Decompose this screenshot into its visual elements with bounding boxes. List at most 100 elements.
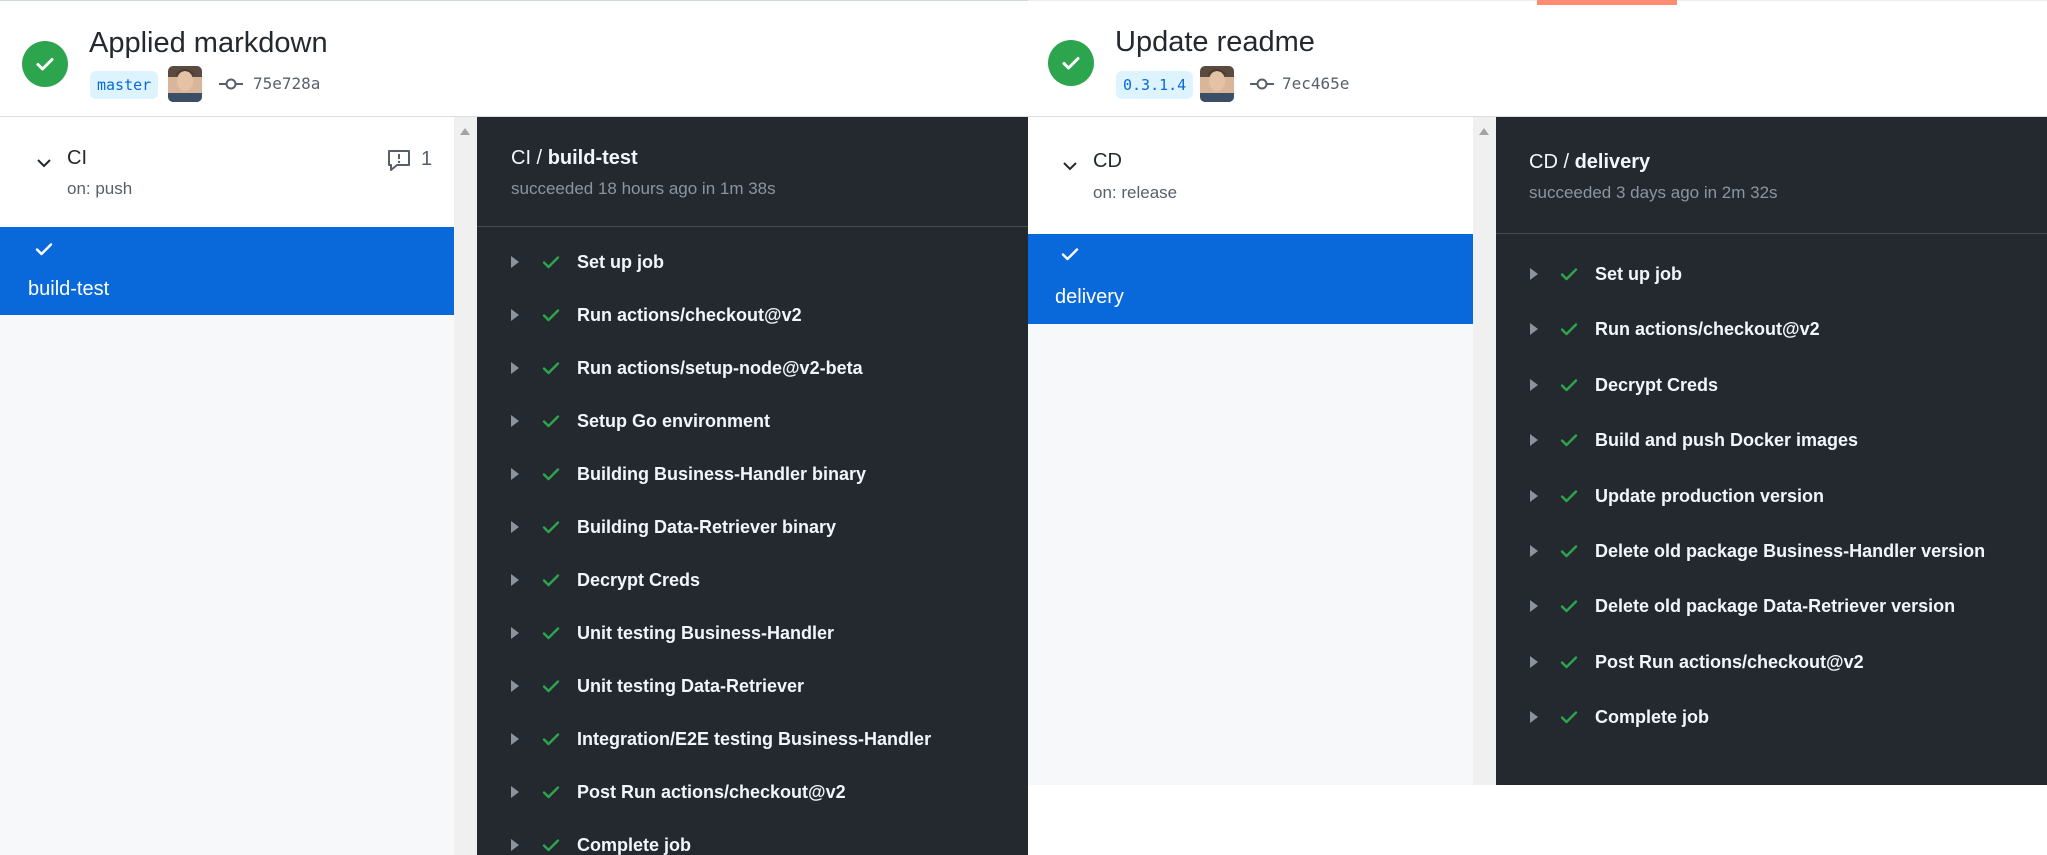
expand-triangle-icon[interactable] <box>511 468 519 480</box>
expand-triangle-icon[interactable] <box>511 415 519 427</box>
step-label: Building Business-Handler binary <box>577 464 867 484</box>
expand-triangle-icon[interactable] <box>511 521 519 533</box>
run-panel-right: Update readme 0.3.1.4 7ec465e CD on: rel… <box>1028 0 2047 785</box>
log-step[interactable]: Integration/E2E testing Business-Handler <box>477 719 1028 759</box>
step-label: Update production version <box>1595 485 1825 506</box>
log-status: succeeded 18 hours ago in 1m 38s <box>511 179 776 198</box>
step-label: Complete job <box>577 835 692 855</box>
avatar[interactable] <box>168 66 202 102</box>
log-divider <box>1496 233 2047 234</box>
log-step[interactable]: Complete job <box>477 825 1028 855</box>
expand-triangle-icon[interactable] <box>511 733 519 745</box>
step-check-icon <box>1560 545 1578 558</box>
log-step[interactable]: Decrypt Creds <box>1496 365 2047 405</box>
step-check-icon <box>1560 268 1578 281</box>
log-step[interactable]: Building Data-Retriever binary <box>477 507 1028 547</box>
expand-triangle-icon[interactable] <box>1530 489 1538 502</box>
commit-sha[interactable]: 7ec465e <box>1282 74 1349 93</box>
job-name: build-test <box>28 278 110 300</box>
log-step[interactable]: Complete job <box>1496 697 2047 737</box>
log-step[interactable]: Building Business-Handler binary <box>477 454 1028 494</box>
expand-triangle-icon[interactable] <box>1530 323 1538 336</box>
comment-count: 1 <box>421 148 433 170</box>
log-step[interactable]: Run actions/checkout@v2 <box>1496 309 2047 349</box>
scroll-up-icon[interactable] <box>1479 128 1489 135</box>
expand-triangle-icon[interactable] <box>511 309 519 321</box>
log-step[interactable]: Unit testing Data-Retriever <box>477 666 1028 706</box>
step-check-icon <box>542 362 560 375</box>
chevron-down-icon[interactable] <box>36 155 52 171</box>
scroll-up-icon[interactable] <box>460 128 470 135</box>
avatar[interactable] <box>1200 66 1234 102</box>
commit-title: Applied markdown <box>89 27 328 59</box>
expand-triangle-icon[interactable] <box>1530 655 1538 668</box>
workflow-block: CI on: push 1 <box>0 117 454 227</box>
log-step[interactable]: Build and push Docker images <box>1496 420 2047 460</box>
step-check-icon <box>542 256 560 269</box>
log-step[interactable]: Update production version <box>1496 476 2047 516</box>
step-label: Run actions/setup-node@v2-beta <box>577 358 863 378</box>
commit-icon <box>219 78 243 90</box>
expand-triangle-icon[interactable] <box>511 627 519 639</box>
log-step[interactable]: Set up job <box>1496 254 2047 294</box>
log-step[interactable]: Post Run actions/checkout@v2 <box>477 772 1028 812</box>
workflow-trigger: on: push <box>67 179 133 198</box>
branch-label[interactable]: master <box>90 71 159 99</box>
job-item-build-test[interactable]: build-test <box>0 227 454 315</box>
scrollbar[interactable] <box>1473 117 1496 785</box>
log-title: CI / build-test <box>511 147 638 169</box>
step-label: Post Run actions/checkout@v2 <box>577 782 846 802</box>
log-step[interactable]: Delete old package Data-Retriever versio… <box>1496 586 2047 626</box>
expand-triangle-icon[interactable] <box>1530 378 1538 391</box>
expand-triangle-icon[interactable] <box>511 786 519 798</box>
log-step[interactable]: Decrypt Creds <box>477 560 1028 600</box>
log-step[interactable]: Unit testing Business-Handler <box>477 613 1028 653</box>
job-log: CD / delivery succeeded 3 days ago in 2m… <box>1496 117 2047 785</box>
commit-title: Update readme <box>1115 26 1315 58</box>
run-success-icon <box>22 41 68 87</box>
job-name: delivery <box>1055 286 1124 308</box>
expand-triangle-icon[interactable] <box>1530 600 1538 613</box>
step-label: Unit testing Data-Retriever <box>577 676 805 696</box>
expand-triangle-icon[interactable] <box>1530 545 1538 557</box>
chevron-down-icon[interactable] <box>1062 158 1078 174</box>
workflow-name[interactable]: CI <box>67 147 87 170</box>
expand-triangle-icon[interactable] <box>511 680 519 692</box>
workflow-name[interactable]: CD <box>1093 150 1122 173</box>
step-label: Delete old package Business-Handler vers… <box>1595 541 1986 561</box>
expand-triangle-icon[interactable] <box>511 574 519 586</box>
run-success-icon <box>1048 40 1094 86</box>
log-step[interactable]: Setup Go environment <box>477 401 1028 441</box>
expand-triangle-icon[interactable] <box>511 362 519 374</box>
step-check-icon <box>542 680 560 693</box>
step-check-icon <box>1560 600 1578 613</box>
log-step[interactable]: Delete old package Business-Handler vers… <box>1496 531 2047 571</box>
log-step[interactable]: Set up job <box>477 242 1028 282</box>
branch-label[interactable]: 0.3.1.4 <box>1116 71 1194 99</box>
step-check-icon <box>1560 656 1578 668</box>
step-label: Building Data-Retriever binary <box>577 517 837 537</box>
log-step[interactable]: Run actions/checkout@v2 <box>477 295 1028 335</box>
step-check-icon <box>542 521 560 534</box>
step-check-icon <box>542 309 560 322</box>
expand-triangle-icon[interactable] <box>511 839 519 851</box>
expand-triangle-icon[interactable] <box>1530 711 1538 724</box>
expand-triangle-icon[interactable] <box>1530 434 1538 447</box>
step-label: Delete old package Data-Retriever versio… <box>1595 596 1956 617</box>
comment-icon[interactable] <box>386 148 412 172</box>
step-check-icon <box>542 627 560 640</box>
step-check-icon <box>1560 711 1578 724</box>
step-check-icon <box>542 415 560 428</box>
step-label: Set up job <box>1595 264 1682 284</box>
scrollbar[interactable] <box>454 117 477 855</box>
expand-triangle-icon[interactable] <box>511 256 519 268</box>
check-icon <box>35 243 53 256</box>
check-icon <box>1061 248 1079 261</box>
commit-sha[interactable]: 75e728a <box>253 74 320 93</box>
run-panel-left: Applied markdown master 75e728a CI on: p… <box>0 0 1028 855</box>
expand-triangle-icon[interactable] <box>1530 268 1538 280</box>
log-step[interactable]: Post Run actions/checkout@v2 <box>1496 642 2047 682</box>
job-item-delivery[interactable]: delivery <box>1028 234 1473 324</box>
log-step[interactable]: Run actions/setup-node@v2-beta <box>477 348 1028 388</box>
commit-icon <box>1250 78 1274 90</box>
